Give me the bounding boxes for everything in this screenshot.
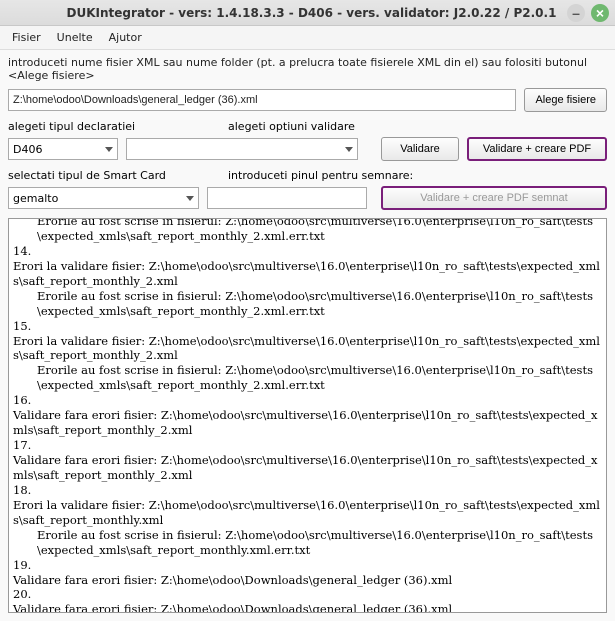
file-path-input[interactable]: [8, 89, 516, 111]
decl-row: D406 Validare Validare + creare PDF: [8, 137, 607, 161]
alege-fisiere-button[interactable]: Alege fisiere: [524, 88, 607, 112]
log-line: Erori la validare fisier: Z:\home\odoo\s…: [13, 334, 602, 364]
validare-button[interactable]: Validare: [381, 137, 459, 161]
instruction-text: introduceti nume fisier XML sau nume fol…: [8, 56, 607, 82]
select-optiuni-validare[interactable]: [126, 138, 358, 160]
select-smartcard-value: gemalto: [13, 192, 58, 205]
label-smartcard: selectati tipul de Smart Card: [8, 169, 228, 182]
chevron-down-icon: [186, 196, 194, 201]
label-tip-declaratie: alegeti tipul declaratiei: [8, 120, 228, 133]
menu-bar: Fisier Unelte Ajutor: [0, 26, 615, 50]
log-line: Validare fara erori fisier: Z:\home\odoo…: [13, 573, 602, 588]
log-line: 16.: [13, 393, 602, 408]
log-line: 14.: [13, 244, 602, 259]
menu-item-unelte[interactable]: Unelte: [51, 29, 99, 46]
log-line: 17.: [13, 438, 602, 453]
sc-labels-row: selectati tipul de Smart Card introducet…: [8, 169, 607, 182]
window-controls: – ×: [567, 4, 609, 22]
menu-item-ajutor[interactable]: Ajutor: [103, 29, 148, 46]
log-output[interactable]: Erorile au fost scrise in fisierul: Z:\h…: [8, 218, 607, 613]
select-smartcard[interactable]: gemalto: [8, 187, 199, 209]
log-line: Validare fara erori fisier: Z:\home\odoo…: [13, 453, 602, 483]
validate-buttons: Validare Validare + creare PDF: [381, 137, 607, 161]
chevron-down-icon: [345, 147, 353, 152]
window-title: DUKIntegrator - vers: 1.4.18.3.3 - D406 …: [56, 6, 567, 20]
log-line: Erori la validare fisier: Z:\home\odoo\s…: [13, 259, 602, 289]
log-line: Erorile au fost scrise in fisierul: Z:\h…: [13, 363, 602, 393]
minimize-button[interactable]: –: [567, 4, 585, 22]
log-line: Erorile au fost scrise in fisierul: Z:\h…: [13, 289, 602, 319]
log-line: Erorile au fost scrise in fisierul: Z:\h…: [13, 528, 602, 558]
label-optiuni-validare: alegeti optiuni validare: [228, 120, 355, 133]
select-declaratie-value: D406: [13, 143, 42, 156]
file-row: Alege fisiere: [8, 88, 607, 112]
log-line: Validare fara erori fisier: Z:\home\odoo…: [13, 408, 602, 438]
title-bar: DUKIntegrator - vers: 1.4.18.3.3 - D406 …: [0, 0, 615, 26]
validare-creare-pdf-semnat-button[interactable]: Validare + creare PDF semnat: [381, 186, 607, 210]
pin-input[interactable]: [207, 187, 367, 209]
decl-labels-row: alegeti tipul declaratiei alegeti optiun…: [8, 120, 607, 133]
log-line: 20.: [13, 587, 602, 602]
log-line: Validare fara erori fisier: Z:\home\odoo…: [13, 602, 602, 613]
menu-item-fisier[interactable]: Fisier: [6, 29, 47, 46]
sc-row: gemalto Validare + creare PDF semnat: [8, 186, 607, 210]
sign-buttons: Validare + creare PDF semnat: [381, 186, 607, 210]
log-line: Erori la validare fisier: Z:\home\odoo\s…: [13, 498, 602, 528]
validare-creare-pdf-button[interactable]: Validare + creare PDF: [467, 137, 607, 161]
main-content: introduceti nume fisier XML sau nume fol…: [0, 50, 615, 621]
label-pin: introduceti pinul pentru semnare:: [228, 169, 413, 182]
close-button[interactable]: ×: [591, 4, 609, 22]
log-line: 15.: [13, 319, 602, 334]
log-line: 19.: [13, 558, 602, 573]
log-line: 18.: [13, 483, 602, 498]
log-line: Erorile au fost scrise in fisierul: Z:\h…: [13, 218, 602, 244]
select-declaratie[interactable]: D406: [8, 138, 118, 160]
chevron-down-icon: [105, 147, 113, 152]
